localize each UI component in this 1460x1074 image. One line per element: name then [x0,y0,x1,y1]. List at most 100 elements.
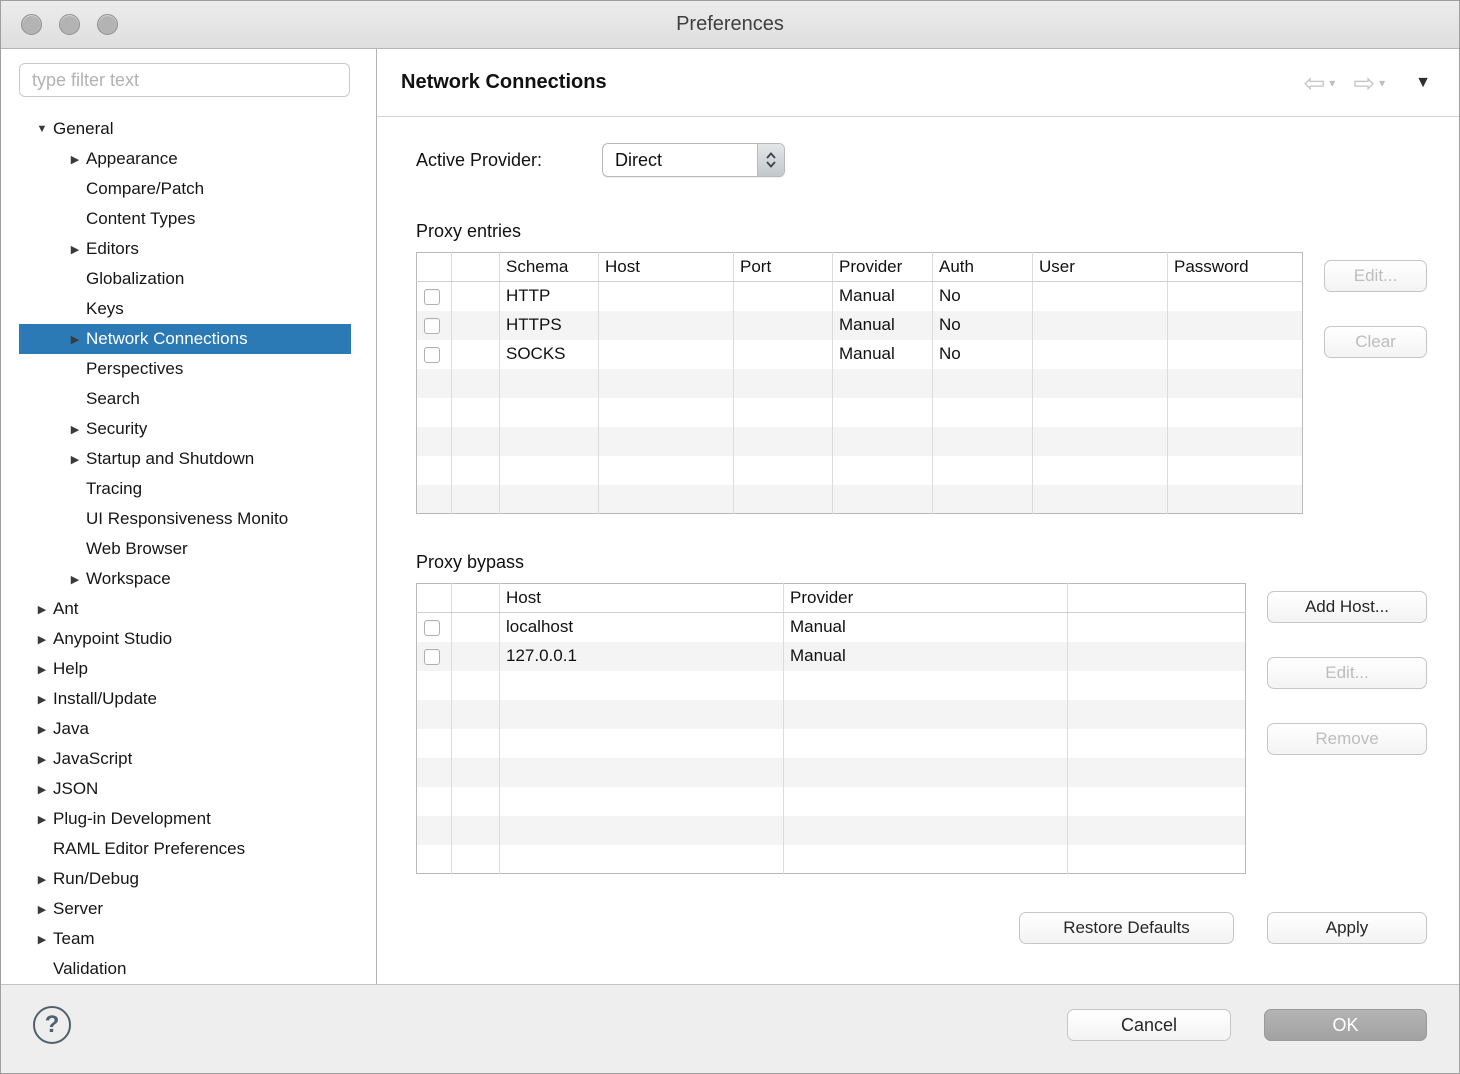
table-cell [1068,642,1246,671]
table-cell [933,485,1033,514]
sidebar-item-raml-editor-preferences[interactable]: RAML Editor Preferences [19,834,351,864]
sidebar-item-appearance[interactable]: ▶Appearance [19,144,351,174]
sidebar-item-label: Workspace [86,569,171,589]
sidebar-item-run-debug[interactable]: ▶Run/Debug [19,864,351,894]
table-row[interactable]: 127.0.0.1Manual [417,642,1246,671]
sidebar-item-keys[interactable]: Keys [19,294,351,324]
sidebar-item-label: Install/Update [53,689,157,709]
sidebar-item-anypoint-studio[interactable]: ▶Anypoint Studio [19,624,351,654]
sidebar-item-server[interactable]: ▶Server [19,894,351,924]
remove-bypass-button[interactable]: Remove [1267,723,1427,755]
table-cell [500,398,599,427]
expand-arrow-icon[interactable]: ▶ [64,573,86,586]
sidebar-item-content-types[interactable]: Content Types [19,204,351,234]
sidebar-item-label: RAML Editor Preferences [53,839,245,859]
expand-arrow-icon[interactable]: ▶ [31,903,53,916]
clear-proxy-entries-button[interactable]: Clear [1324,326,1427,358]
expand-arrow-icon[interactable]: ▶ [64,333,86,346]
expand-arrow-icon[interactable]: ▶ [31,633,53,646]
row-checkbox[interactable] [424,649,440,665]
back-menu-icon[interactable]: ▾ [1329,76,1335,90]
forward-icon[interactable]: ⇨ [1353,70,1375,96]
sidebar-item-validation[interactable]: Validation [19,954,351,984]
sidebar-item-team[interactable]: ▶Team [19,924,351,954]
sidebar-item-compare-patch[interactable]: Compare/Patch [19,174,351,204]
table-cell [452,427,500,456]
sidebar-item-install-update[interactable]: ▶Install/Update [19,684,351,714]
table-row-empty [417,845,1246,874]
table-cell [784,729,1068,758]
table-cell [500,845,784,874]
table-cell [417,456,452,485]
ok-button[interactable]: OK [1264,1009,1427,1041]
restore-defaults-button[interactable]: Restore Defaults [1019,912,1234,944]
proxy-bypass-label: Proxy bypass [416,552,1427,573]
sidebar-item-plug-in-development[interactable]: ▶Plug-in Development [19,804,351,834]
zoom-button[interactable] [97,14,118,35]
sidebar-item-security[interactable]: ▶Security [19,414,351,444]
back-icon[interactable]: ⇦ [1304,70,1326,96]
expand-arrow-icon[interactable]: ▶ [64,453,86,466]
minimize-button[interactable] [59,14,80,35]
expand-arrow-icon[interactable]: ▶ [31,693,53,706]
expand-arrow-icon[interactable]: ▶ [31,753,53,766]
table-cell [452,369,500,398]
sidebar-item-json[interactable]: ▶JSON [19,774,351,804]
expand-arrow-icon[interactable]: ▶ [31,723,53,736]
expand-arrow-icon[interactable]: ▶ [31,933,53,946]
forward-menu-icon[interactable]: ▾ [1379,76,1385,90]
table-row[interactable]: localhostManual [417,613,1246,642]
sidebar-item-general[interactable]: ▼General [19,114,351,144]
cancel-button[interactable]: Cancel [1067,1009,1231,1041]
sidebar-item-ant[interactable]: ▶Ant [19,594,351,624]
sidebar-item-label: Perspectives [86,359,183,379]
add-host-button[interactable]: Add Host... [1267,591,1427,623]
sidebar-item-network-connections[interactable]: ▶Network Connections [19,324,351,354]
view-menu-icon[interactable]: ▼ [1415,74,1431,92]
row-checkbox[interactable] [424,318,440,334]
help-button[interactable]: ? [33,1006,71,1044]
sidebar-item-java[interactable]: ▶Java [19,714,351,744]
table-cell [1068,729,1246,758]
row-checkbox[interactable] [424,620,440,636]
table-cell [1168,456,1303,485]
expand-arrow-icon[interactable]: ▶ [31,813,53,826]
expand-arrow-icon[interactable]: ▶ [31,873,53,886]
close-button[interactable] [21,14,42,35]
table-row[interactable]: SOCKSManualNo [417,340,1303,369]
apply-button[interactable]: Apply [1267,912,1427,944]
sidebar-item-ui-responsiveness-monito[interactable]: UI Responsiveness Monito [19,504,351,534]
table-cell: HTTPS [500,311,599,340]
expand-arrow-icon[interactable]: ▶ [31,783,53,796]
sidebar-item-web-browser[interactable]: Web Browser [19,534,351,564]
sidebar-item-search[interactable]: Search [19,384,351,414]
expand-arrow-icon[interactable]: ▶ [64,423,86,436]
table-row[interactable]: HTTPManualNo [417,282,1303,311]
sidebar-item-label: General [53,119,113,139]
sidebar-item-help[interactable]: ▶Help [19,654,351,684]
sidebar-item-workspace[interactable]: ▶Workspace [19,564,351,594]
expand-arrow-icon[interactable]: ▶ [64,243,86,256]
active-provider-select[interactable]: Direct [602,143,785,177]
expand-arrow-icon[interactable]: ▶ [31,603,53,616]
sidebar-item-globalization[interactable]: Globalization [19,264,351,294]
edit-proxy-entry-button[interactable]: Edit... [1324,260,1427,292]
table-row[interactable]: HTTPSManualNo [417,311,1303,340]
filter-input[interactable] [19,63,350,97]
row-checkbox[interactable] [424,347,440,363]
table-cell [734,340,833,369]
sidebar-item-javascript[interactable]: ▶JavaScript [19,744,351,774]
sidebar-item-perspectives[interactable]: Perspectives [19,354,351,384]
sidebar-item-startup-and-shutdown[interactable]: ▶Startup and Shutdown [19,444,351,474]
sidebar-item-tracing[interactable]: Tracing [19,474,351,504]
table-cell [833,485,933,514]
edit-bypass-button[interactable]: Edit... [1267,657,1427,689]
expand-arrow-icon[interactable]: ▶ [31,663,53,676]
table-cell [417,729,452,758]
expand-arrow-icon[interactable]: ▶ [64,153,86,166]
collapse-arrow-icon[interactable]: ▼ [31,123,53,135]
table-cell [734,485,833,514]
table-cell [1033,311,1168,340]
row-checkbox[interactable] [424,289,440,305]
sidebar-item-editors[interactable]: ▶Editors [19,234,351,264]
